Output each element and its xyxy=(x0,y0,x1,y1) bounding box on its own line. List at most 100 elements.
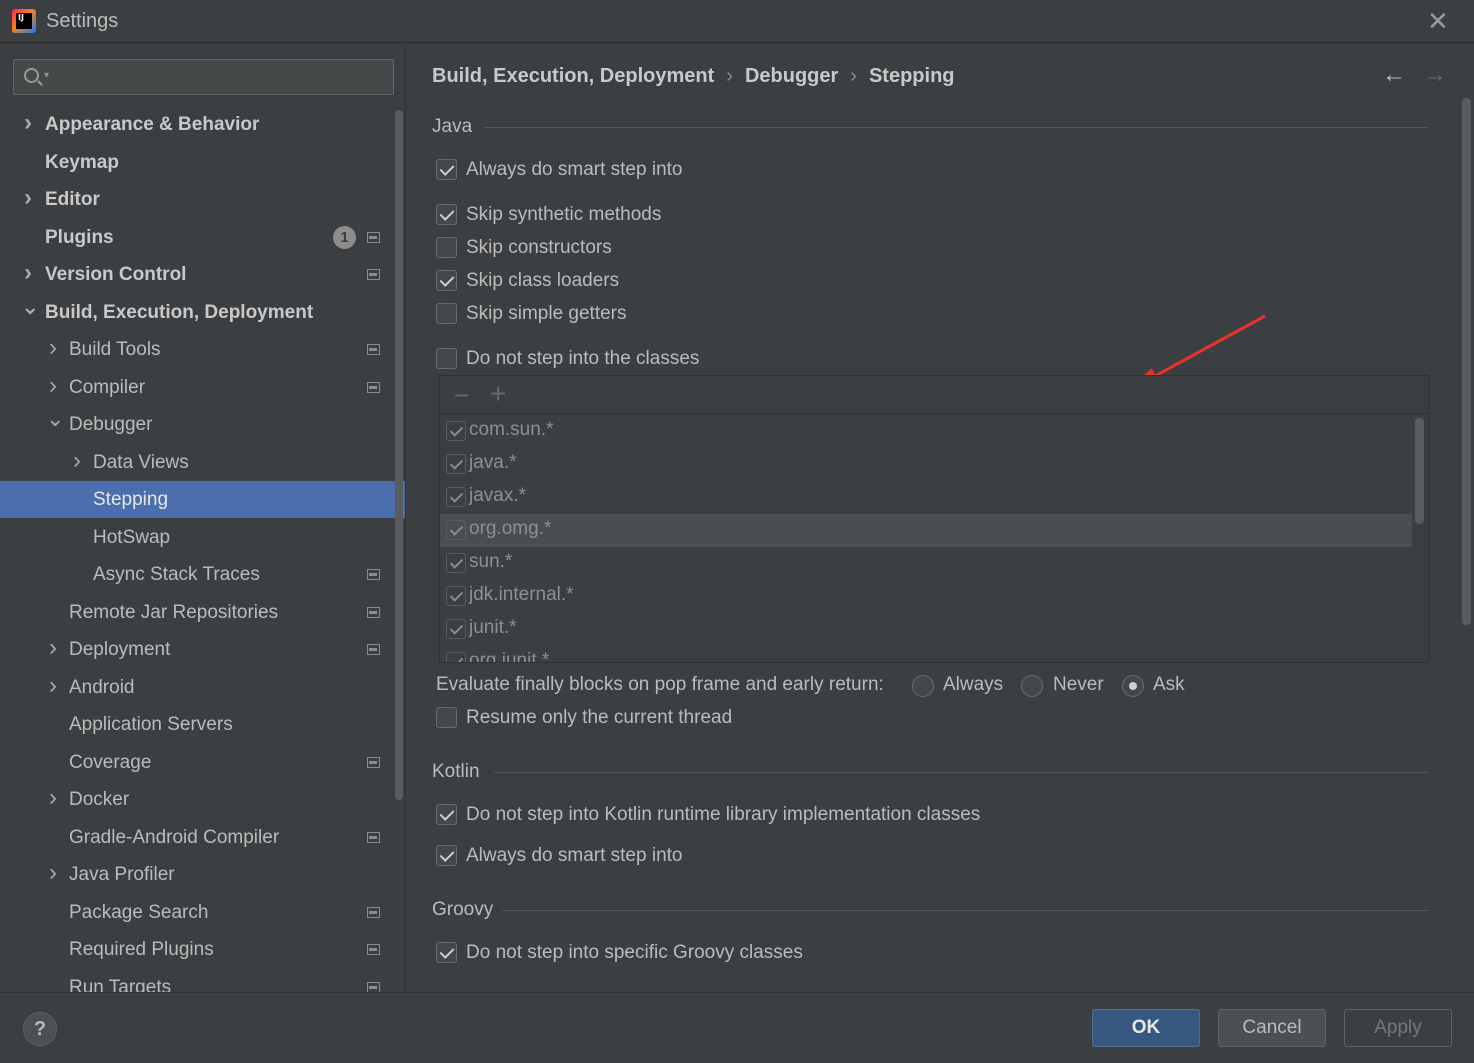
chevron-right-icon[interactable]: › xyxy=(46,369,60,403)
sidebar-item-deployment[interactable]: › Deployment xyxy=(0,631,405,668)
chevron-right-icon[interactable]: › xyxy=(21,181,35,215)
content-scrollbar[interactable] xyxy=(1462,98,1471,625)
sidebar-item-label: Coverage xyxy=(69,751,152,773)
sidebar-item-run-targets[interactable]: Run Targets xyxy=(0,969,405,992)
radio-never[interactable] xyxy=(1021,675,1043,697)
sidebar-item-appearance-behavior[interactable]: › Appearance & Behavior xyxy=(0,106,405,143)
sidebar-item-coverage[interactable]: Coverage xyxy=(0,744,405,781)
chevron-right-icon[interactable]: › xyxy=(21,256,35,290)
sidebar-item-data-views[interactable]: › Data Views xyxy=(0,444,405,481)
cancel-button[interactable]: Cancel xyxy=(1218,1009,1326,1047)
class-filter-row[interactable]: com.sun.* xyxy=(440,415,1412,448)
section-divider xyxy=(502,910,1428,911)
evaluate-finally-group: Evaluate finally blocks on pop frame and… xyxy=(436,674,1216,700)
sidebar-item-label: Application Servers xyxy=(69,714,233,735)
checkbox-box[interactable] xyxy=(436,303,457,324)
list-toolbar: − + xyxy=(440,376,1428,414)
sidebar-item-package-search[interactable]: Package Search xyxy=(0,894,405,931)
breadcrumb-item: Build, Execution, Deployment xyxy=(432,65,715,87)
checkbox-box[interactable] xyxy=(436,237,457,258)
class-filter-list: − + com.sun.* java.* javax.* org.omg.* sun.*… xyxy=(439,375,1429,663)
chevron-right-icon[interactable]: › xyxy=(46,669,60,703)
checkbox-box[interactable] xyxy=(436,159,457,180)
class-filter-row[interactable]: javax.* xyxy=(440,481,1412,514)
chevron-right-icon[interactable]: › xyxy=(46,631,60,665)
filter-checkbox[interactable] xyxy=(446,421,466,441)
radio-always[interactable] xyxy=(912,675,934,697)
filter-checkbox[interactable] xyxy=(446,520,466,540)
filter-checkbox[interactable] xyxy=(446,454,466,474)
chevron-right-icon[interactable]: › xyxy=(70,444,84,478)
sidebar-item-label: Debugger xyxy=(69,414,153,435)
project-settings-icon xyxy=(367,606,380,618)
checkbox-box[interactable] xyxy=(436,270,457,291)
ok-button[interactable]: OK xyxy=(1092,1009,1200,1047)
class-filter-row[interactable]: sun.* xyxy=(440,547,1412,580)
sidebar-item-compiler[interactable]: › Compiler xyxy=(0,369,405,406)
sidebar-item-version-control[interactable]: › Version Control xyxy=(0,256,405,293)
sidebar-item-label: Package Search xyxy=(69,901,209,923)
filter-checkbox[interactable] xyxy=(446,553,466,573)
chevron-down-icon[interactable]: ⌄ xyxy=(46,406,64,432)
sidebar-item-remote-jar-repositories[interactable]: Remote Jar Repositories xyxy=(0,594,405,631)
checkbox-box[interactable] xyxy=(436,942,457,963)
java-section-title: Java xyxy=(432,116,473,137)
class-filter-row[interactable]: org.junit.* xyxy=(440,646,1412,662)
window-title: Settings xyxy=(46,10,119,32)
sidebar-item-build-tools[interactable]: › Build Tools xyxy=(0,331,405,368)
settings-sidebar: ▾ › Appearance & Behavior Keymap › Editor Plu… xyxy=(0,44,406,992)
filter-checkbox[interactable] xyxy=(446,619,466,639)
close-icon[interactable]: ✕ xyxy=(1427,6,1449,37)
chevron-right-icon[interactable]: › xyxy=(46,781,60,815)
sidebar-item-stepping[interactable]: Stepping xyxy=(0,481,405,518)
chevron-right-icon[interactable]: › xyxy=(21,106,35,140)
chevron-down-icon[interactable]: ⌄ xyxy=(21,294,39,320)
add-icon: + xyxy=(490,378,507,409)
sidebar-item-java-profiler[interactable]: › Java Profiler xyxy=(0,856,405,893)
sidebar-item-keymap[interactable]: Keymap xyxy=(0,144,405,181)
checkbox-box[interactable] xyxy=(436,845,457,866)
sidebar-item-hotswap[interactable]: HotSwap xyxy=(0,519,405,556)
sidebar-item-editor[interactable]: › Editor xyxy=(0,181,405,218)
checkbox-box[interactable] xyxy=(436,348,457,369)
filter-pattern: sun.* xyxy=(469,551,513,572)
project-settings-icon xyxy=(367,344,380,355)
sidebar-item-label: Build, Execution, Deployment xyxy=(45,301,314,323)
filter-checkbox[interactable] xyxy=(446,652,466,662)
class-filter-row[interactable]: jdk.internal.* xyxy=(440,580,1412,613)
sidebar-scrollbar[interactable] xyxy=(395,110,403,800)
search-input[interactable]: ▾ xyxy=(13,59,394,95)
filter-checkbox[interactable] xyxy=(446,586,466,606)
title-bar: IJ Settings ✕ xyxy=(0,0,1474,43)
chevron-right-icon: › xyxy=(850,65,857,87)
checkbox-box[interactable] xyxy=(436,804,457,825)
sidebar-item-gradle-android-compiler[interactable]: Gradle-Android Compiler xyxy=(0,819,405,856)
sidebar-item-build-execution-deployment[interactable]: ⌄ Build, Execution, Deployment xyxy=(0,294,405,331)
checkbox-label: Skip class loaders xyxy=(466,270,620,291)
project-settings-icon xyxy=(367,269,380,280)
kotlin-section-title: Kotlin xyxy=(432,761,480,782)
checkbox-box[interactable] xyxy=(436,707,457,728)
filter-checkbox[interactable] xyxy=(446,487,466,507)
checkbox-box[interactable] xyxy=(436,204,457,225)
project-settings-icon xyxy=(367,831,380,843)
chevron-right-icon[interactable]: › xyxy=(46,856,60,890)
sidebar-item-docker[interactable]: › Docker xyxy=(0,781,405,818)
sidebar-item-debugger[interactable]: ⌄ Debugger xyxy=(0,406,405,443)
class-filter-row[interactable]: java.* xyxy=(440,448,1412,481)
settings-content: Build, Execution, Deployment › Debugger › St… xyxy=(407,44,1474,992)
chevron-right-icon[interactable]: › xyxy=(46,331,60,365)
class-filter-row[interactable]: org.omg.* xyxy=(440,514,1412,547)
sidebar-item-android[interactable]: › Android xyxy=(0,669,405,706)
radio-ask[interactable] xyxy=(1122,675,1144,697)
sidebar-item-plugins[interactable]: Plugins 1 xyxy=(0,219,405,256)
sidebar-item-application-servers[interactable]: Application Servers xyxy=(0,706,405,743)
filter-pattern: junit.* xyxy=(469,617,517,638)
sidebar-item-async-stack-traces[interactable]: Async Stack Traces xyxy=(0,556,405,593)
sidebar-item-label: Version Control xyxy=(45,264,187,285)
back-arrow-icon[interactable]: ← xyxy=(1382,61,1406,89)
help-button[interactable]: ? xyxy=(23,1012,57,1046)
sidebar-item-required-plugins[interactable]: Required Plugins xyxy=(0,931,405,968)
list-scrollbar[interactable] xyxy=(1415,418,1424,524)
class-filter-row[interactable]: junit.* xyxy=(440,613,1412,646)
